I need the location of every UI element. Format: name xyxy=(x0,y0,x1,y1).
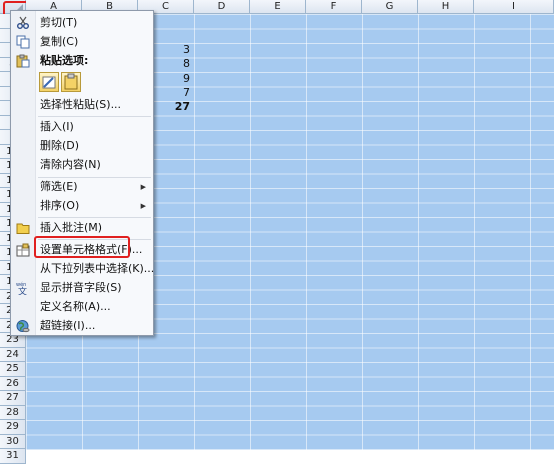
comment-icon xyxy=(16,221,30,235)
copy-icon xyxy=(16,35,30,49)
menu-item-pick-from-list[interactable]: 从下拉列表中选择(K)... xyxy=(11,259,154,279)
menu-item-sort[interactable]: 排序(O) ▶ xyxy=(11,196,153,216)
row-header-27[interactable]: 27 xyxy=(0,391,26,406)
row-header-29[interactable]: 29 xyxy=(0,420,26,435)
menu-item-copy[interactable]: 复制(C) xyxy=(11,32,153,52)
column-header-e[interactable]: E xyxy=(250,0,306,14)
menu-item-define-name[interactable]: 定义名称(A)... xyxy=(11,297,153,317)
globe-icon xyxy=(16,319,30,333)
paste-values-button[interactable] xyxy=(61,72,81,92)
phonetic-icon: wén 文 xyxy=(16,281,30,298)
submenu-arrow-icon: ▶ xyxy=(140,202,146,210)
paste-clipboard-icon xyxy=(64,73,78,90)
menu-item-delete[interactable]: 删除(D) xyxy=(11,136,153,156)
menu-item-hyperlink[interactable]: 超链接(I)... xyxy=(11,316,153,336)
paste-formatting-button[interactable] xyxy=(39,72,59,92)
row-header-25[interactable]: 25 xyxy=(0,362,26,377)
row-header-28[interactable]: 28 xyxy=(0,405,26,420)
paste-icon xyxy=(16,54,30,68)
menu-item-show-phonetic[interactable]: wén 文 显示拼音字段(S) xyxy=(11,278,153,298)
format-cells-highlight xyxy=(34,236,130,258)
scissors-icon xyxy=(16,16,30,30)
submenu-arrow-icon: ▶ xyxy=(140,183,146,191)
format-cells-icon xyxy=(16,243,30,257)
menu-item-insert[interactable]: 插入(I) xyxy=(11,117,153,137)
menu-item-paste-special[interactable]: 选择性粘贴(S)... xyxy=(11,95,153,115)
menu-item-clear[interactable]: 清除内容(N) xyxy=(11,155,153,175)
column-header-f[interactable]: F xyxy=(306,0,362,14)
column-header-h[interactable]: H xyxy=(418,0,474,14)
context-menu: 剪切(T) 复制(C) 粘贴选项: 选择性粘贴(S)... 插入(I) 删除(D… xyxy=(10,10,154,336)
menu-item-cut[interactable]: 剪切(T) xyxy=(11,13,153,33)
menu-item-filter[interactable]: 筛选(E) ▶ xyxy=(11,177,153,197)
column-header-i[interactable]: I xyxy=(474,0,554,14)
column-header-g[interactable]: G xyxy=(362,0,418,14)
row-header-26[interactable]: 26 xyxy=(0,376,26,391)
row-header-31[interactable]: 31 xyxy=(0,449,26,464)
menu-paste-options-header: 粘贴选项: xyxy=(11,51,153,71)
menu-item-insert-comment[interactable]: 插入批注(M) xyxy=(11,218,153,238)
row-header-24[interactable]: 24 xyxy=(0,347,26,362)
column-header-d[interactable]: D xyxy=(194,0,250,14)
svg-text:文: 文 xyxy=(18,286,27,296)
row-header-30[interactable]: 30 xyxy=(0,434,26,449)
paste-brush-icon xyxy=(42,76,56,89)
